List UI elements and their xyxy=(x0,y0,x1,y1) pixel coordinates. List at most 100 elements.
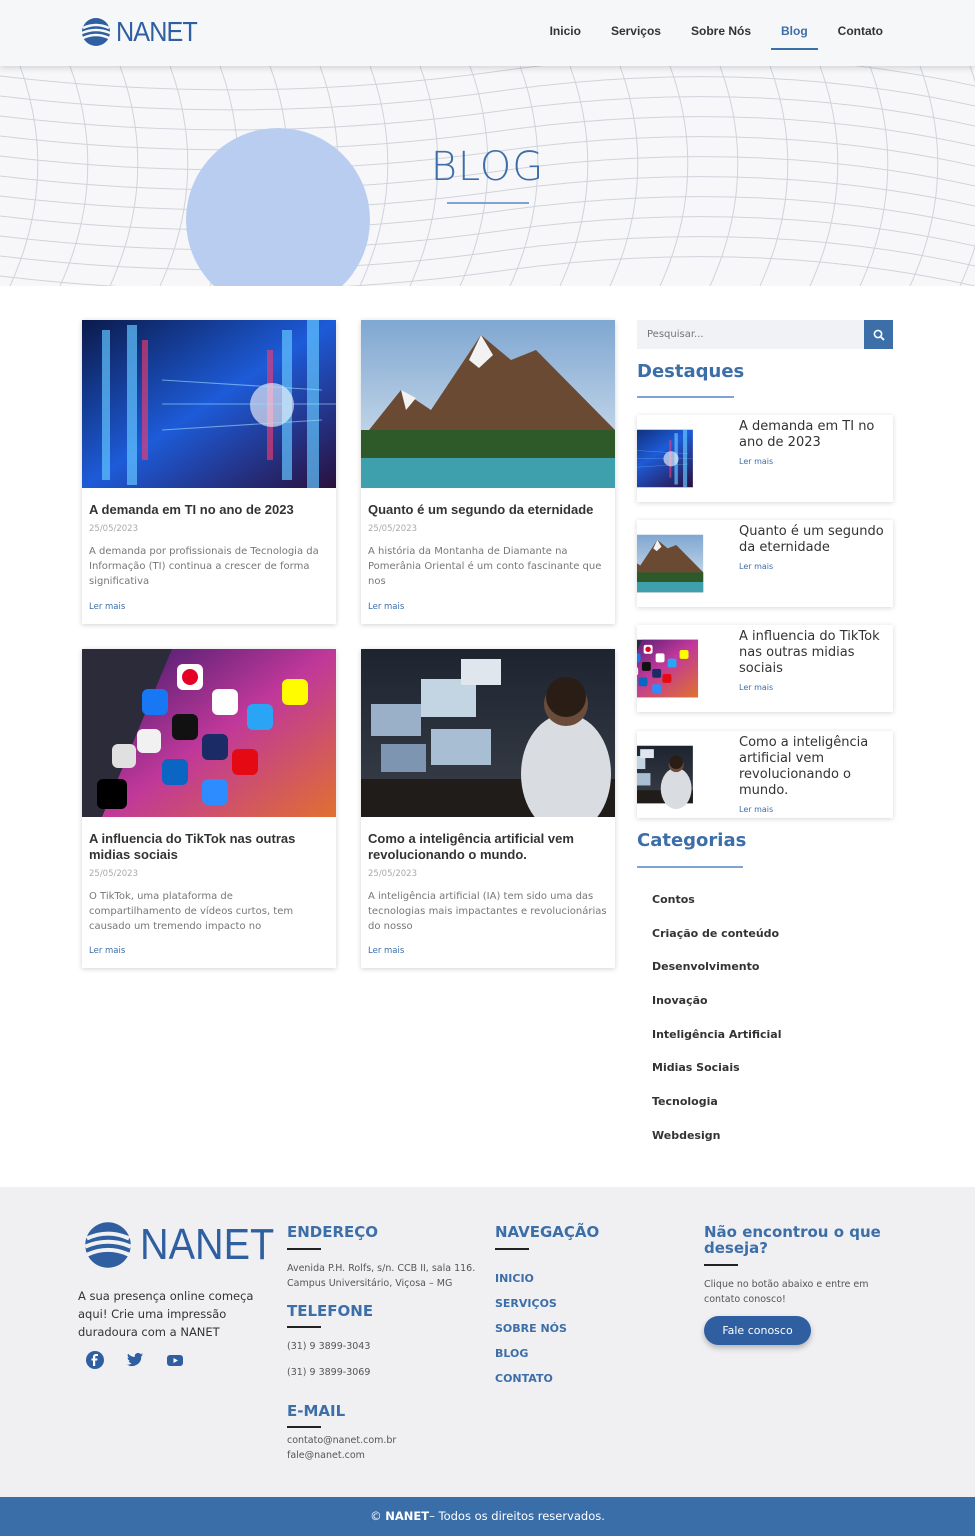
read-more-link[interactable]: Ler mais xyxy=(739,454,891,470)
email-heading: E-MAIL xyxy=(287,1402,346,1420)
read-more-link[interactable]: Ler mais xyxy=(89,602,125,612)
post-title[interactable]: Quanto é um segundo da eternidade xyxy=(368,502,607,518)
email-2[interactable]: fale@nanet.com xyxy=(287,1448,365,1463)
read-more-link[interactable]: Ler mais xyxy=(89,946,125,956)
featured-thumbnail[interactable] xyxy=(637,625,724,712)
globe-logo-icon xyxy=(84,1222,132,1268)
phone-2[interactable]: (31) 9 3899-3069 xyxy=(287,1365,370,1380)
nav-blog[interactable]: Blog xyxy=(771,24,818,50)
featured-post[interactable]: Como a inteligência artificial vem revol… xyxy=(637,731,893,818)
heading-bar xyxy=(704,1264,738,1266)
site-footer: NANET A sua presença online começa aqui!… xyxy=(0,1187,975,1497)
copyright-text: – Todos os direitos reservados. xyxy=(429,1509,605,1523)
post-excerpt: A inteligência artificial (IA) tem sido … xyxy=(368,891,607,932)
featured-post[interactable]: A influencia do TikTok nas outras midias… xyxy=(637,625,893,712)
footer-logo[interactable]: NANET xyxy=(82,1219,289,1271)
post-title[interactable]: A influencia do TikTok nas outras midias… xyxy=(89,831,328,863)
category-link[interactable]: Midias Sociais xyxy=(652,1061,782,1095)
featured-post-title[interactable]: A demanda em TI no ano de 2023 Ler mais xyxy=(739,419,891,470)
post-title[interactable]: A demanda em TI no ano de 2023 xyxy=(89,502,328,518)
address-heading: ENDEREÇO xyxy=(287,1223,379,1241)
search-icon xyxy=(873,329,885,341)
featured-thumbnail[interactable] xyxy=(637,731,724,818)
category-link[interactable]: Webdesign xyxy=(652,1129,782,1163)
category-link[interactable]: Inovação xyxy=(652,994,782,1028)
copyright-bar: © NANET– Todos os direitos reservados. xyxy=(0,1497,975,1536)
heading-underline xyxy=(637,866,743,868)
site-header: NANET Inicio Serviços Sobre Nós Blog Con… xyxy=(0,0,975,66)
footer-nav-inicio[interactable]: INICIO xyxy=(495,1272,567,1297)
post-thumbnail[interactable] xyxy=(361,649,615,817)
globe-logo-icon xyxy=(81,18,111,46)
footer-logo-text: NANET xyxy=(140,1220,275,1269)
phone-1[interactable]: (31) 9 3899-3043 xyxy=(287,1339,370,1354)
post-date: 25/05/2023 xyxy=(368,524,417,534)
phone-heading: TELEFONE xyxy=(287,1302,374,1320)
category-list: Contos Criação de conteúdo Desenvolvimen… xyxy=(652,893,782,1163)
heading-bar xyxy=(287,1248,321,1250)
category-link[interactable]: Criação de conteúdo xyxy=(652,927,782,961)
cta-heading: Não encontrou o que deseja? xyxy=(704,1223,881,1257)
read-more-link[interactable]: Ler mais xyxy=(739,802,891,818)
post-card: A influencia do TikTok nas outras midias… xyxy=(82,649,336,968)
footer-nav-sobre-nos[interactable]: SOBRE NÓS xyxy=(495,1322,567,1347)
nav-inicio[interactable]: Inicio xyxy=(550,24,581,38)
footer-nav-servicos[interactable]: SERVIÇOS xyxy=(495,1297,567,1322)
footer-nav-blog[interactable]: BLOG xyxy=(495,1347,567,1372)
featured-heading: Destaques xyxy=(637,361,745,382)
post-date: 25/05/2023 xyxy=(89,869,138,879)
contact-button[interactable]: Fale conosco xyxy=(704,1316,811,1345)
featured-post-title[interactable]: Como a inteligência artificial vem revol… xyxy=(739,735,891,818)
youtube-icon[interactable] xyxy=(166,1351,184,1369)
heading-bar xyxy=(495,1248,529,1250)
nav-servicos[interactable]: Serviços xyxy=(611,24,661,38)
featured-post-title[interactable]: A influencia do TikTok nas outras midias… xyxy=(739,629,891,696)
post-thumbnail[interactable] xyxy=(82,320,336,488)
featured-post-title[interactable]: Quanto é um segundo da eternidade Ler mai… xyxy=(739,524,891,575)
search-button[interactable] xyxy=(864,320,893,349)
main-nav: Inicio Serviços Sobre Nós Blog Contato xyxy=(520,24,883,50)
footer-nav: INICIO SERVIÇOS SOBRE NÓS BLOG CONTATO xyxy=(495,1272,567,1397)
address-text: Avenida P.H. Rolfs, s/n. CCB II, sala 11… xyxy=(287,1263,476,1289)
social-links xyxy=(86,1351,206,1369)
category-link[interactable]: Tecnologia xyxy=(652,1095,782,1129)
post-excerpt: A história da Montanha de Diamante na Po… xyxy=(368,546,602,587)
category-link[interactable]: Inteligência Artificial xyxy=(652,1028,782,1062)
title-underline xyxy=(447,202,529,204)
featured-thumbnail[interactable] xyxy=(637,415,724,502)
footer-nav-contato[interactable]: CONTATO xyxy=(495,1372,567,1397)
cta-text: Clique no botão abaixo e entre em contat… xyxy=(704,1279,869,1305)
email-1[interactable]: contato@nanet.com.br xyxy=(287,1433,396,1448)
post-card: Quanto é um segundo da eternidade 25/05/… xyxy=(361,320,615,624)
copyright-symbol: © xyxy=(370,1509,382,1523)
logo[interactable]: NANET xyxy=(80,16,206,48)
nav-sobre-nos[interactable]: Sobre Nós xyxy=(691,24,751,38)
featured-post[interactable]: Quanto é um segundo da eternidade Ler mai… xyxy=(637,520,893,607)
search-box xyxy=(637,320,893,349)
copyright-brand: NANET xyxy=(385,1509,430,1523)
hero-banner: BLOG xyxy=(0,66,975,286)
read-more-link[interactable]: Ler mais xyxy=(739,559,891,575)
heading-underline xyxy=(637,396,734,398)
read-more-link[interactable]: Ler mais xyxy=(368,946,404,956)
twitter-icon[interactable] xyxy=(126,1351,144,1369)
post-date: 25/05/2023 xyxy=(89,524,138,534)
post-title[interactable]: Como a inteligência artificial vem revol… xyxy=(368,831,607,863)
heading-bar xyxy=(287,1426,321,1428)
post-thumbnail[interactable] xyxy=(361,320,615,488)
category-link[interactable]: Desenvolvimento xyxy=(652,960,782,994)
featured-thumbnail[interactable] xyxy=(637,520,724,607)
nav-contato[interactable]: Contato xyxy=(838,24,883,38)
featured-post[interactable]: A demanda em TI no ano de 2023 Ler mais xyxy=(637,415,893,502)
read-more-link[interactable]: Ler mais xyxy=(368,602,404,612)
search-input[interactable] xyxy=(637,320,864,349)
categories-heading: Categorias xyxy=(637,830,747,851)
read-more-link[interactable]: Ler mais xyxy=(739,680,891,696)
post-thumbnail[interactable] xyxy=(82,649,336,817)
facebook-icon[interactable] xyxy=(86,1351,104,1369)
category-link[interactable]: Contos xyxy=(652,893,782,927)
post-card: Como a inteligência artificial vem revol… xyxy=(361,649,615,968)
footer-tagline: A sua presença online começa aqui! Crie … xyxy=(78,1289,254,1339)
logo-text: NANET xyxy=(116,16,198,47)
post-excerpt: O TikTok, uma plataforma de compartilham… xyxy=(89,891,294,932)
